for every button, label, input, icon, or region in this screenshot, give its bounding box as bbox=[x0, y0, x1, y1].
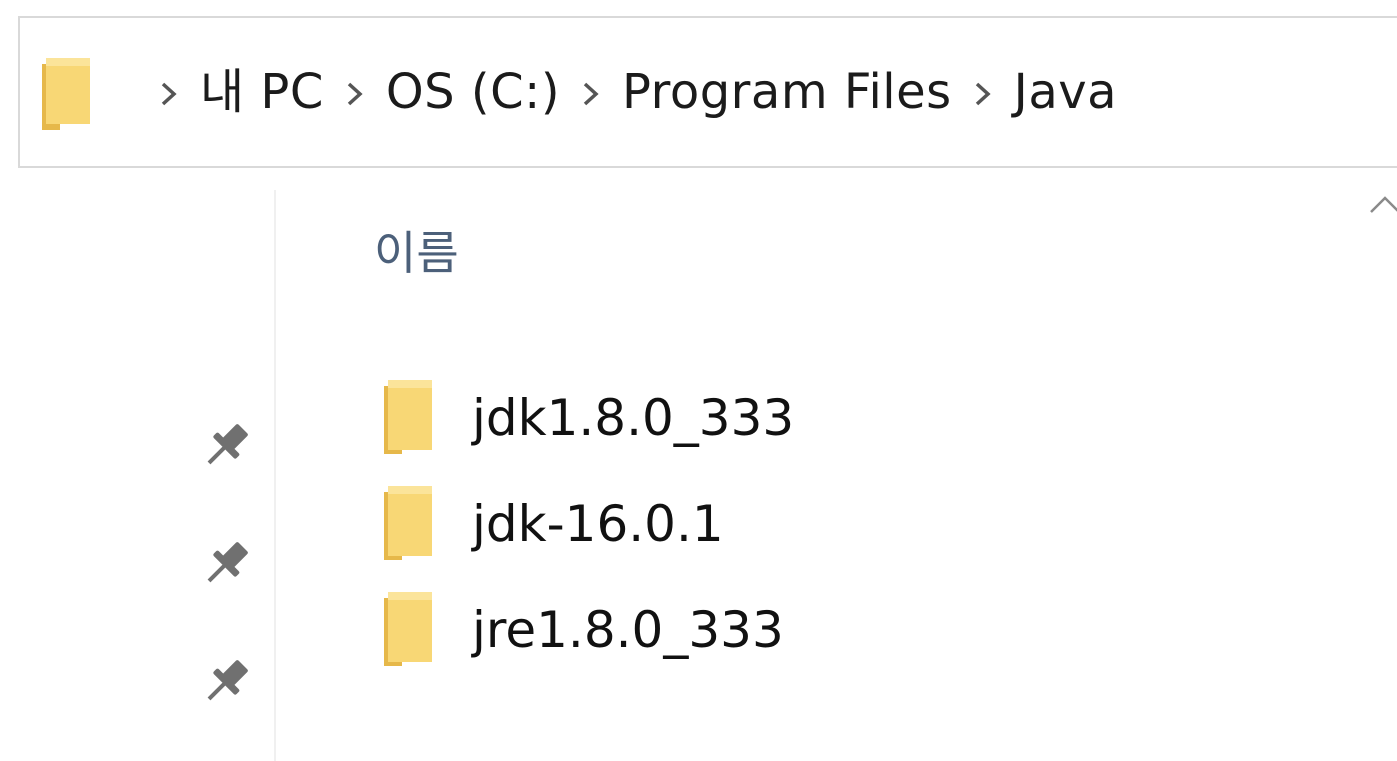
chevron-right-icon[interactable] bbox=[578, 74, 604, 114]
folder-icon bbox=[42, 58, 90, 130]
address-bar[interactable]: 내 PC OS (C:) Program Files Java bbox=[18, 16, 1397, 168]
breadcrumb: 내 PC OS (C:) Program Files Java bbox=[138, 18, 1117, 170]
column-header-name[interactable]: 이름 bbox=[374, 230, 459, 276]
breadcrumb-item-program-files[interactable]: Program Files bbox=[622, 68, 952, 120]
breadcrumb-item-my-pc[interactable]: 내 PC bbox=[200, 68, 324, 120]
list-item[interactable]: jdk-16.0.1 bbox=[380, 478, 724, 570]
chevron-right-icon[interactable] bbox=[156, 74, 182, 114]
pin-icon[interactable] bbox=[198, 418, 254, 474]
pin-icon[interactable] bbox=[198, 654, 254, 710]
breadcrumb-item-java[interactable]: Java bbox=[1014, 68, 1117, 120]
chevron-right-icon[interactable] bbox=[970, 74, 996, 114]
list-item[interactable]: jdk1.8.0_333 bbox=[380, 372, 794, 464]
folder-icon bbox=[384, 380, 432, 454]
sort-ascending-icon[interactable] bbox=[1367, 192, 1397, 216]
folder-icon bbox=[384, 486, 432, 560]
breadcrumb-item-os-c[interactable]: OS (C:) bbox=[386, 68, 560, 120]
file-name: jdk1.8.0_333 bbox=[472, 389, 795, 447]
file-name: jdk-16.0.1 bbox=[472, 495, 724, 553]
navigation-pane bbox=[0, 190, 276, 761]
file-explorer-window: 내 PC OS (C:) Program Files Java 이름 jdk1.… bbox=[0, 0, 1397, 761]
list-item[interactable]: jre1.8.0_333 bbox=[380, 584, 784, 676]
file-name: jre1.8.0_333 bbox=[472, 601, 784, 659]
pin-icon[interactable] bbox=[198, 536, 254, 592]
chevron-right-icon[interactable] bbox=[342, 74, 368, 114]
folder-icon bbox=[384, 592, 432, 666]
